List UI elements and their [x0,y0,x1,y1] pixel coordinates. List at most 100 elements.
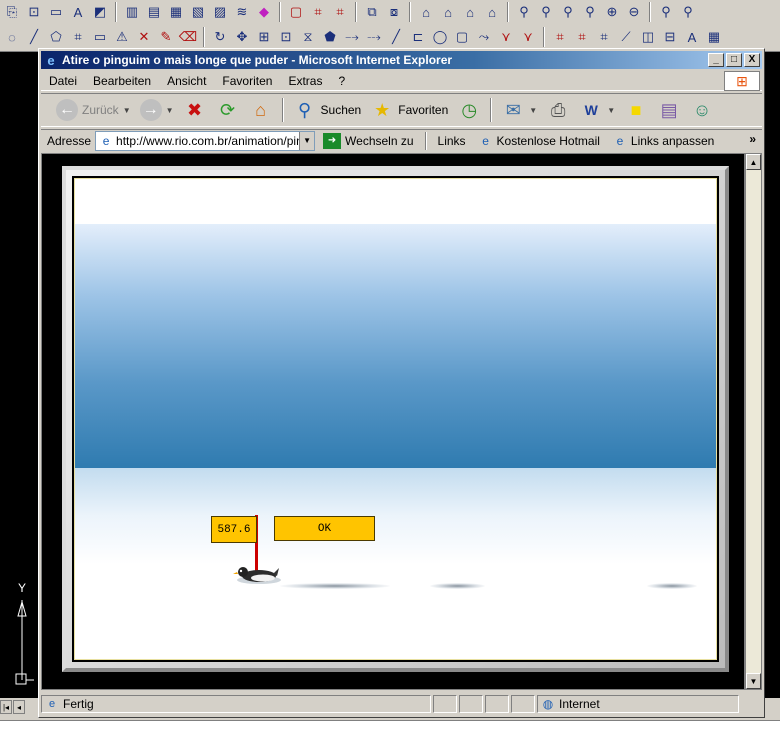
cad-text-icon[interactable]: A [682,27,702,47]
cad-tool-icon[interactable]: ⎘ [2,2,22,22]
cad-tool-icon[interactable]: ⌗ [550,27,570,47]
zoom-in-icon[interactable]: ⊕ [602,2,622,22]
messenger-button[interactable]: ☺ [687,95,717,125]
cad-rotate-icon[interactable]: ↻ [210,27,230,47]
cad-tool-icon[interactable]: ⌗ [594,27,614,47]
first-tab-button[interactable]: |◂ [0,700,12,714]
chevron-down-icon[interactable]: ▼ [607,106,615,115]
cad-tool-icon[interactable]: ⬠ [46,27,66,47]
mail-button[interactable]: ✉ ▼ [498,95,540,125]
cad-tool-icon[interactable]: ▤ [144,2,164,22]
research-button[interactable]: ▤ [654,95,684,125]
cad-tool-icon[interactable]: ▨ [210,2,230,22]
cad-tool-icon[interactable]: ⌂ [438,2,458,22]
edit-button[interactable]: W ▼ [576,95,618,125]
discuss-button[interactable]: ■ [621,95,651,125]
cad-tool-icon[interactable]: ⧉ [362,2,382,22]
search-button[interactable]: ⚲ Suchen [290,95,365,125]
chevron-down-icon[interactable]: ▼ [123,106,131,115]
menu-favoriten[interactable]: Favoriten [214,74,280,88]
cad-tool-icon[interactable]: ▧ [188,2,208,22]
chevron-down-icon[interactable]: ▼ [166,106,174,115]
zoom-icon[interactable]: ⚲ [536,2,556,22]
menu-ansicht[interactable]: Ansicht [159,74,214,88]
menu-help[interactable]: ? [330,74,353,88]
cad-tool-icon[interactable]: ▭ [46,2,66,22]
cad-tool-icon[interactable]: ◫ [638,27,658,47]
zoom-icon[interactable]: ⚲ [678,2,698,22]
go-button[interactable]: ➜ Wechseln zu [319,132,417,149]
cad-tool-icon[interactable]: ✕ [134,27,154,47]
cad-tool-icon[interactable]: ⋎ [496,27,516,47]
ok-button[interactable]: OK [274,516,375,541]
home-button[interactable]: ⌂ [246,95,276,125]
game-stage[interactable]: 587.6 OK [74,178,717,660]
stop-button[interactable]: ✖ [180,95,210,125]
scroll-up-button[interactable]: ▲ [746,154,761,170]
cad-move-icon[interactable]: ✥ [232,27,252,47]
more-links-button[interactable]: » [749,132,756,146]
links-label[interactable]: Links [434,134,470,148]
scroll-down-button[interactable]: ▼ [746,673,761,689]
cad-tool-icon[interactable]: ▭ [90,27,110,47]
forward-button[interactable]: → ▼ [137,95,177,125]
cad-tool-icon[interactable]: ⊏ [408,27,428,47]
cad-tool-icon[interactable]: ⊡ [24,2,44,22]
cad-line-icon[interactable]: ╱ [386,27,406,47]
zoom-icon[interactable]: ⚲ [580,2,600,22]
cad-color-icon[interactable]: ◆ [254,2,274,22]
cad-tool-icon[interactable]: ▦ [704,27,724,47]
cad-tool-icon[interactable]: ⊞ [254,27,274,47]
refresh-button[interactable]: ⟳ [213,95,243,125]
history-button[interactable]: ◷ [454,95,484,125]
cad-tool-icon[interactable]: ⋎ [518,27,538,47]
cad-tool-icon[interactable]: ⊡ [276,27,296,47]
print-button[interactable]: ⎙ [543,95,573,125]
cad-tool-icon[interactable]: ◌ [2,27,22,47]
cad-tool-icon[interactable]: ⊟ [660,27,680,47]
maximize-button[interactable]: □ [726,53,742,67]
zoom-icon[interactable]: ⚲ [558,2,578,22]
cad-tool-icon[interactable]: ⌫ [178,27,198,47]
cad-tool-icon[interactable]: ⌗ [330,2,350,22]
cad-tool-icon[interactable]: ◩ [90,2,110,22]
link-links-anpassen[interactable]: e Links anpassen [608,133,718,149]
menu-extras[interactable]: Extras [280,74,330,88]
cad-tool-icon[interactable]: ⌗ [68,27,88,47]
cad-tool-icon[interactable]: ⌂ [416,2,436,22]
cad-tool-icon[interactable]: ⌗ [572,27,592,47]
cad-tool-icon[interactable]: ⬟ [320,27,340,47]
cad-tool-icon[interactable]: ⌗ [308,2,328,22]
cad-mirror-icon[interactable]: ⧖ [298,27,318,47]
menu-datei[interactable]: Datei [41,74,85,88]
cad-tool-icon[interactable]: ⧇ [384,2,404,22]
chevron-down-icon[interactable]: ▼ [529,106,537,115]
menu-bearbeiten[interactable]: Bearbeiten [85,74,159,88]
cad-tool-icon[interactable]: ✎ [156,27,176,47]
cad-tool-icon[interactable]: ⤍ [342,27,362,47]
cad-tool-icon[interactable]: ▢ [452,27,472,47]
address-input[interactable]: e http://www.rio.com.br/animation/pingu … [95,130,316,151]
zoom-out-icon[interactable]: ⊖ [624,2,644,22]
security-zone[interactable]: ◍ Internet [537,695,739,713]
cad-tool-icon[interactable]: ⤳ [474,27,494,47]
cad-tool-icon[interactable]: ⤏ [364,27,384,47]
close-button[interactable]: X [744,53,760,67]
cad-tool-icon[interactable]: ◯ [430,27,450,47]
favorites-button[interactable]: ★ Favoriten [367,95,451,125]
address-url[interactable]: http://www.rio.com.br/animation/pingu [116,134,299,148]
vertical-scrollbar[interactable]: ▲ ▼ [745,153,762,690]
title-bar[interactable]: e Atire o pinguim o mais longe que puder… [41,51,762,69]
cad-text-icon[interactable]: A [68,2,88,22]
back-button[interactable]: ← Zurück ▼ [53,95,134,125]
prev-tab-button[interactable]: ◂ [13,700,25,714]
cad-line-icon[interactable]: ╱ [24,27,44,47]
cad-tool-icon[interactable]: ⚠ [112,27,132,47]
cad-tool-icon[interactable]: ⌂ [482,2,502,22]
cad-layers-icon[interactable]: ≋ [232,2,252,22]
cad-command-line[interactable] [0,720,780,756]
zoom-icon[interactable]: ⚲ [514,2,534,22]
cad-tool-icon[interactable]: ▥ [122,2,142,22]
cad-tool-icon[interactable]: ⟋ [616,27,636,47]
minimize-button[interactable]: _ [708,53,724,67]
